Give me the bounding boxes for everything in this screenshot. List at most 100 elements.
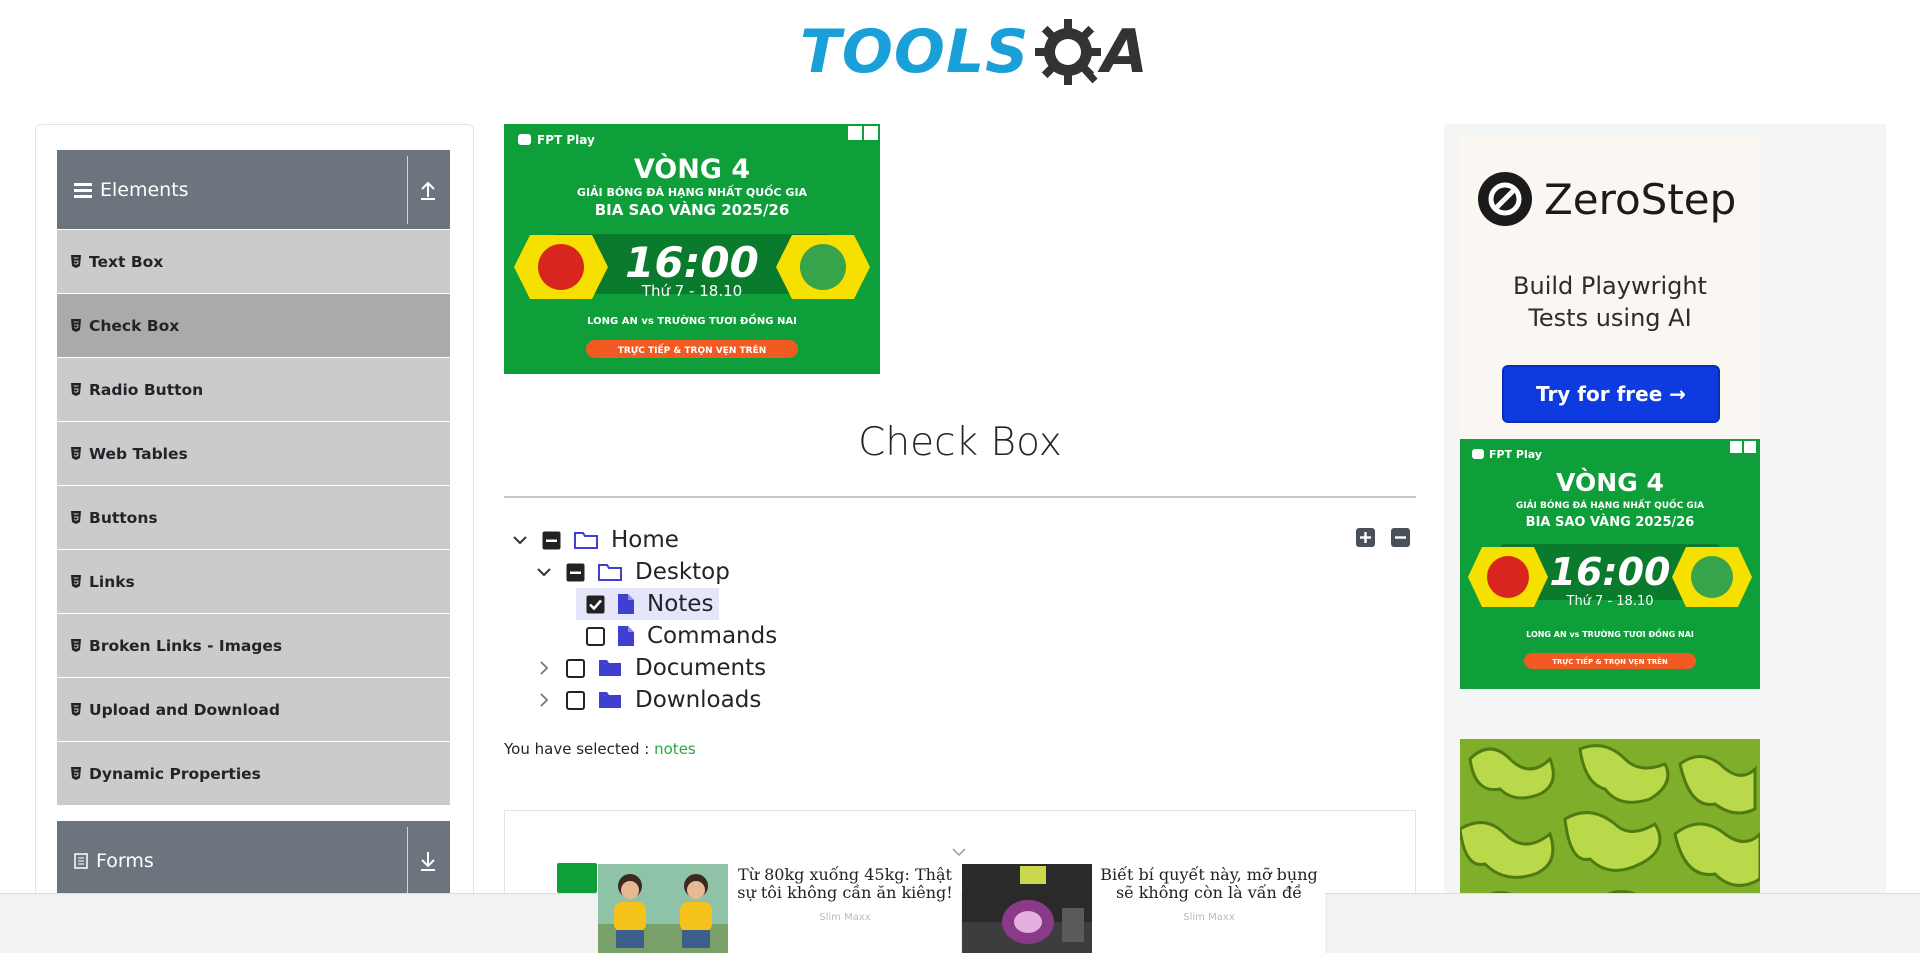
folder-open-icon — [574, 532, 598, 549]
chevron-down-icon[interactable] — [534, 562, 554, 582]
html5-icon — [71, 447, 81, 460]
plus-icon — [1360, 532, 1371, 543]
page-title: Check Box — [858, 420, 1062, 465]
zerostep-logo-icon — [1478, 172, 1532, 226]
promo-text-2: Biết bí quyết này, mỡ bụng sẽ không còn … — [1100, 865, 1318, 902]
sidebar-item-label: Broken Links - Images — [89, 636, 283, 655]
checkbox-checked-notes[interactable] — [586, 595, 605, 614]
checkbox-unchecked-downloads[interactable] — [566, 690, 585, 710]
ad-time: 16:00 — [1550, 550, 1671, 594]
group-label-forms: Forms — [96, 850, 154, 872]
html5-icon — [71, 511, 81, 524]
left-sidebar: Elements Text Box Check Box Radio Button… — [35, 124, 474, 953]
collapse-all-button[interactable] — [1391, 528, 1410, 547]
logo-tools-text: TOOLS — [800, 17, 1030, 87]
tree-label-commands[interactable]: Commands — [647, 623, 777, 649]
tree-label-desktop[interactable]: Desktop — [635, 559, 730, 585]
result-value: notes — [654, 740, 696, 758]
tree-label-notes[interactable]: Notes — [647, 591, 713, 617]
html5-icon — [71, 575, 81, 588]
sidebar-item-text-box[interactable]: Text Box — [57, 229, 450, 293]
file-icon — [618, 626, 634, 646]
sidebar-item-dynamic-properties[interactable]: Dynamic Properties — [57, 741, 450, 805]
html5-icon — [71, 255, 81, 268]
zerostep-logo: ZeroStep — [1478, 172, 1736, 226]
title-divider — [504, 496, 1416, 498]
tree-label-downloads[interactable]: Downloads — [635, 687, 761, 713]
expand-icon[interactable] — [415, 846, 441, 876]
tree-node-commands: Commands — [576, 620, 777, 652]
ad-round: VÒNG 4 — [634, 153, 750, 185]
checkbox-unchecked-documents[interactable] — [566, 658, 585, 678]
sidebar-item-buttons[interactable]: Buttons — [57, 485, 450, 549]
chevron-right-icon[interactable] — [534, 690, 554, 710]
form-icon — [74, 853, 88, 869]
sidebar-item-web-tables[interactable]: Web Tables — [57, 421, 450, 485]
sidebar-item-upload-download[interactable]: Upload and Download — [57, 677, 450, 741]
promo-source-1: Slim Maxx — [819, 912, 871, 923]
checkbox-unchecked-commands[interactable] — [586, 626, 605, 646]
right-ad-column: ZeroStep Build Playwright Tests using AI… — [1444, 124, 1886, 953]
promo-text-1: Từ 80kg xuống 45kg: Thật sự tôi không cầ… — [737, 865, 953, 902]
tree-node-notes: Notes — [576, 588, 720, 620]
elements-menu: Text Box Check Box Radio Button Web Tabl… — [57, 229, 450, 805]
zerostep-ad[interactable]: ZeroStep Build Playwright Tests using AI… — [1460, 136, 1760, 442]
group-title: Elements — [74, 179, 189, 201]
checkbox-partial-desktop[interactable] — [566, 563, 585, 582]
promo-thumbnail-2 — [962, 864, 1092, 953]
sidebar-item-label: Upload and Download — [89, 700, 280, 719]
chevron-down-icon[interactable] — [510, 530, 530, 550]
zerostep-tagline-2: Tests using AI — [1528, 304, 1692, 332]
toolsqa-logo[interactable]: TOOLS A — [800, 14, 1148, 90]
logo-gear-icon — [1035, 19, 1102, 85]
sidebar-item-links[interactable]: Links — [57, 549, 450, 613]
sidebar-item-label: Check Box — [89, 316, 180, 335]
chevron-right-icon[interactable] — [534, 658, 554, 678]
group-header-elements[interactable]: Elements — [57, 150, 450, 230]
sidebar-item-label: Buttons — [89, 508, 158, 527]
html5-icon — [71, 319, 81, 332]
ad-date: Thứ 7 - 18.10 — [1566, 594, 1654, 609]
folder-open-icon — [598, 564, 622, 581]
promo-source-2: Slim Maxx — [1183, 912, 1235, 923]
html5-icon — [71, 639, 81, 652]
sidebar-item-check-box[interactable]: Check Box — [57, 293, 450, 357]
zerostep-name: ZeroStep — [1544, 174, 1737, 224]
ad-brand: FPT Play — [537, 133, 595, 147]
promo-ad-2[interactable]: Biết bí quyết này, mỡ bụng sẽ không còn … — [962, 864, 1325, 953]
result-label: You have selected : — [504, 740, 650, 758]
file-icon — [618, 594, 634, 614]
checkbox-partial-home[interactable] — [542, 531, 561, 550]
group-title: Forms — [74, 850, 154, 872]
chevron-down-icon[interactable] — [951, 847, 967, 857]
fpt-play-ad-right[interactable]: FPT Play VÒNG 4 GIẢI BÓNG ĐÁ HẠNG NHẤT Q… — [1460, 439, 1760, 689]
zerostep-tagline-1: Build Playwright — [1513, 272, 1707, 300]
minus-icon — [1395, 536, 1406, 539]
ad-time: 16:00 — [625, 238, 759, 287]
sidebar-item-label: Text Box — [89, 252, 164, 271]
promo-ad-1[interactable]: Từ 80kg xuống 45kg: Thật sự tôi không cầ… — [598, 864, 961, 953]
tree-node-home: Home — [510, 524, 679, 556]
collapse-icon[interactable] — [415, 175, 441, 205]
tree-controls — [1356, 528, 1410, 547]
checkbox-tree: Home Desktop Notes Commands Documents Do… — [504, 520, 1416, 720]
tree-node-documents: Documents — [534, 652, 766, 684]
group-header-forms[interactable]: Forms — [57, 821, 450, 901]
ad-cup: BIA SAO VÀNG 2025/26 — [1526, 514, 1695, 530]
tree-node-desktop: Desktop — [534, 556, 730, 588]
zerostep-tagline: Build Playwright Tests using AI — [1460, 270, 1760, 334]
try-for-free-button[interactable]: Try for free → — [1502, 365, 1720, 423]
fpt-play-ad-top[interactable]: FPT Play VÒNG 4 GIẢI BÓNG ĐÁ HẠNG NHẤT Q… — [504, 124, 880, 374]
sidebar-item-label: Web Tables — [89, 444, 188, 463]
ad-brand: FPT Play — [1489, 448, 1542, 461]
sidebar-item-radio-button[interactable]: Radio Button — [57, 357, 450, 421]
folder-closed-icon — [599, 660, 621, 676]
logo-a-text: A — [1101, 17, 1148, 87]
sidebar-item-broken-links[interactable]: Broken Links - Images — [57, 613, 450, 677]
tree-label-documents[interactable]: Documents — [635, 655, 766, 681]
expand-all-button[interactable] — [1356, 528, 1375, 547]
sidebar-item-label: Radio Button — [89, 380, 204, 399]
tree-label-home[interactable]: Home — [611, 527, 679, 553]
group-divider — [407, 827, 408, 895]
html5-icon — [71, 767, 81, 780]
